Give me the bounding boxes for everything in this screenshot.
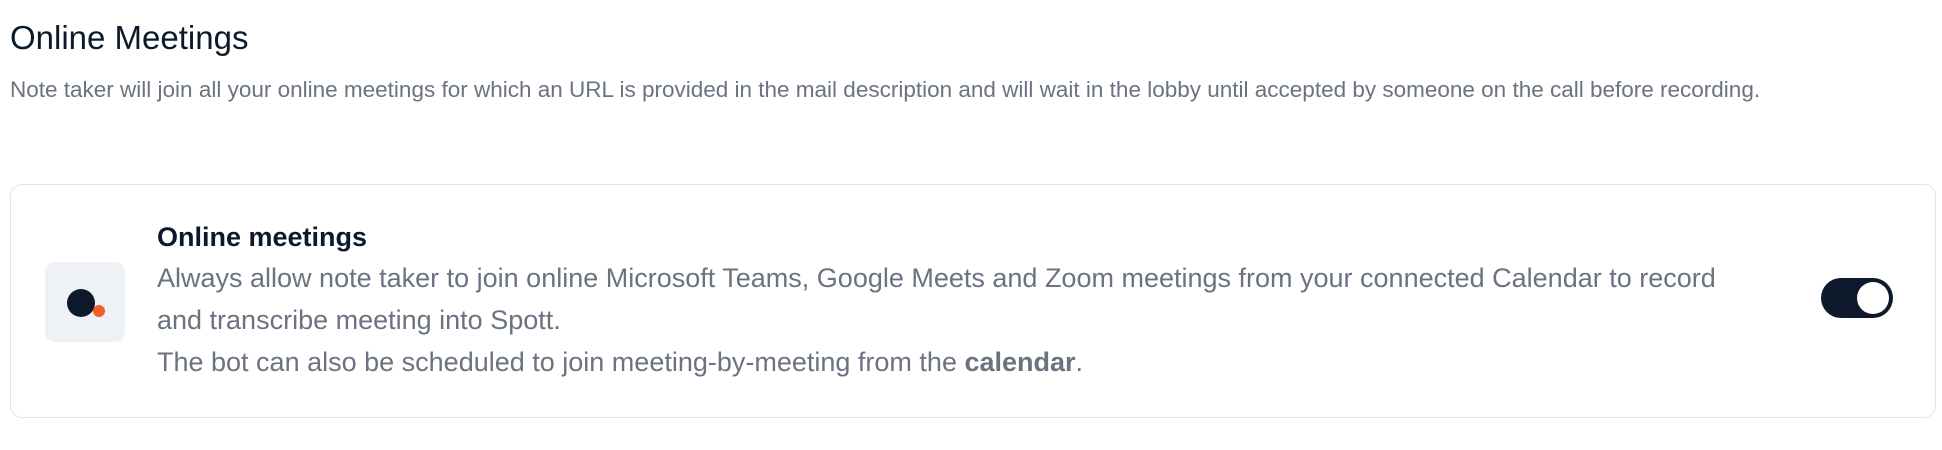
logo-accent-dot [93,305,105,317]
card-title: Online meetings [157,222,368,252]
toggle-knob [1857,282,1889,314]
card-description-line2-prefix: The bot can also be scheduled to join me… [157,347,965,377]
card-body: Online meetings Always allow note taker … [157,219,1757,383]
card-description-line1: Always allow note taker to join online M… [157,263,1716,335]
card-description-line2-suffix: . [1075,347,1084,377]
logo-dark-dot [67,289,95,317]
calendar-link[interactable]: calendar [964,347,1075,377]
spott-logo-icon [45,262,125,342]
online-meetings-settings-page: Online Meetings Note taker will join all… [0,0,1942,450]
online-meetings-toggle[interactable] [1821,278,1893,318]
section-description: Note taker will join all your online mee… [10,77,1761,102]
online-meetings-card: Online meetings Always allow note taker … [10,184,1936,418]
section-title: Online Meetings [10,19,249,56]
card-description: Always allow note taker to join online M… [157,257,1757,383]
